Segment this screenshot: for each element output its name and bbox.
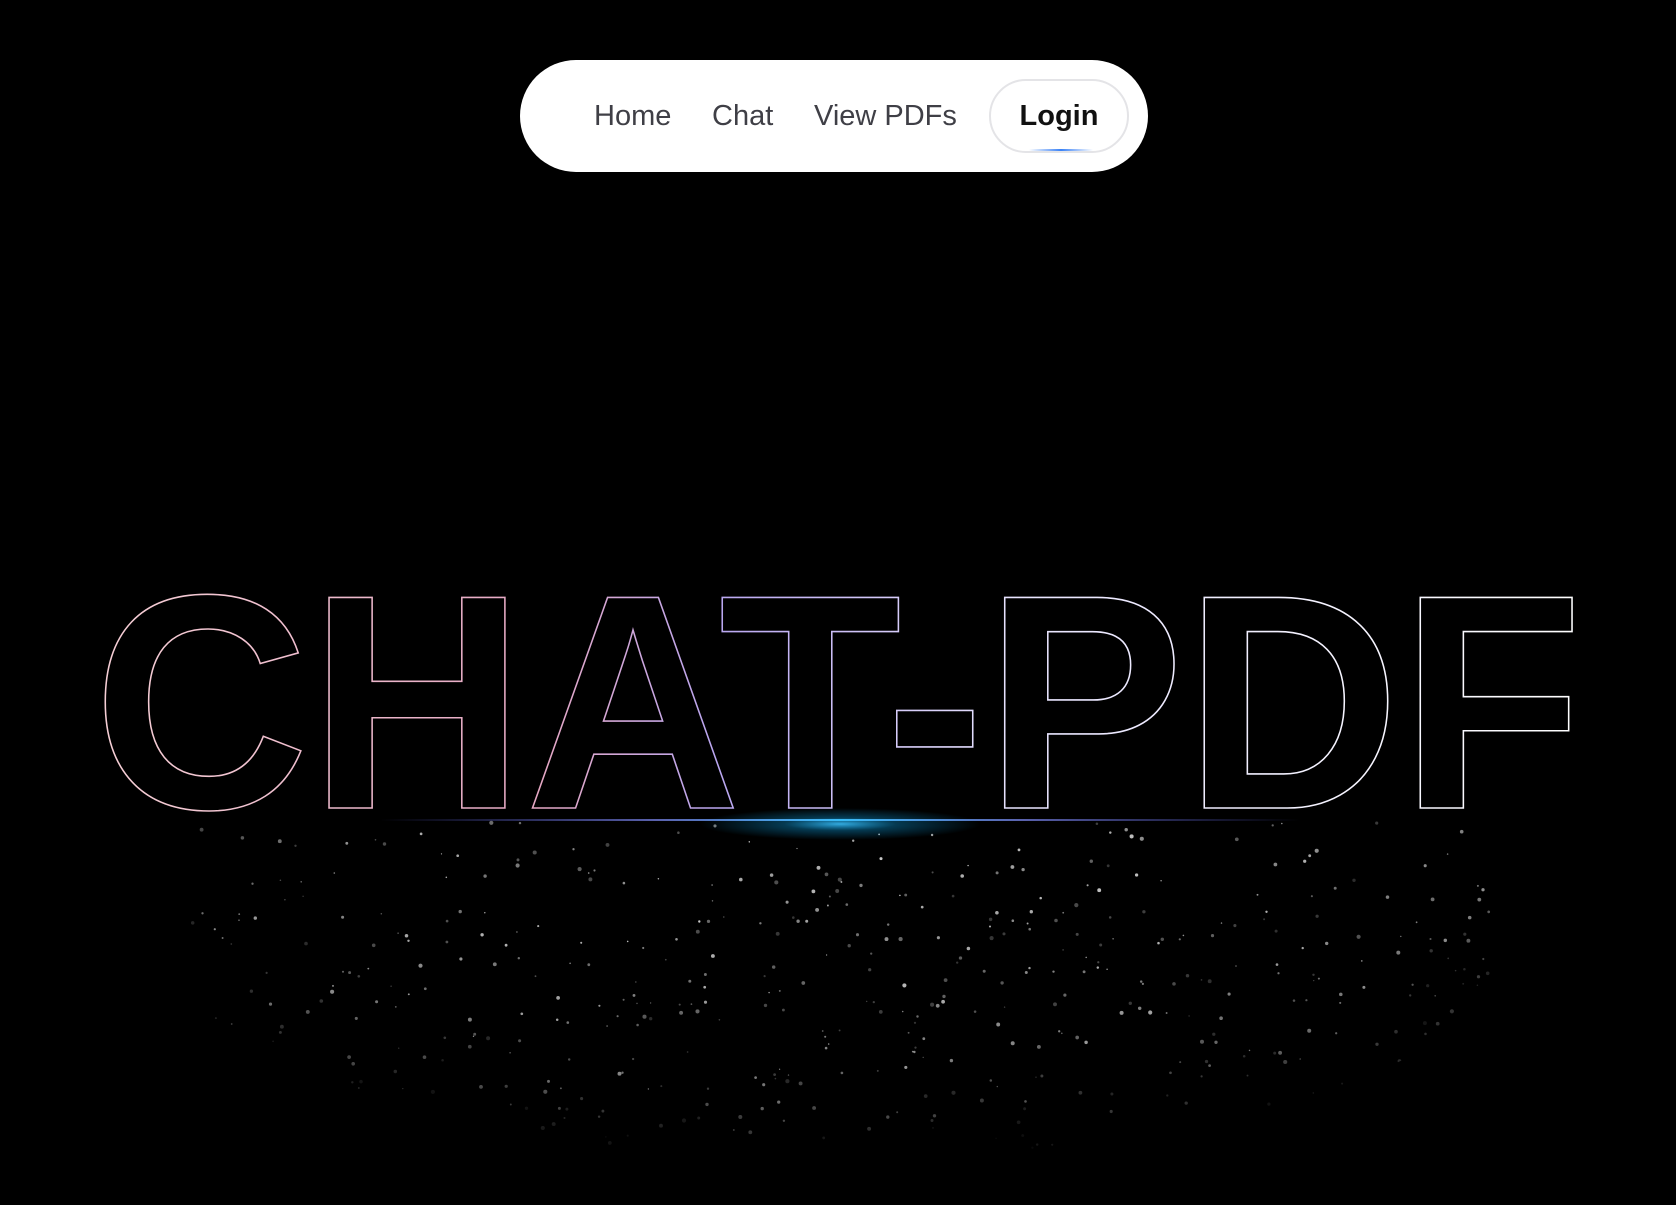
login-button-label: Login xyxy=(1019,100,1099,132)
hero-canvas: CHAT-PDF xyxy=(92,530,1584,1149)
landing-page: CHAT-PDF Home Chat View PDFs Login xyxy=(0,0,1676,1205)
top-nav: Home Chat View PDFs Login xyxy=(520,60,1148,172)
nav-chat-link[interactable]: Chat xyxy=(712,60,773,172)
login-button[interactable]: Login xyxy=(989,79,1129,153)
hero-title: CHAT-PDF xyxy=(93,531,1583,873)
nav-view-pdfs-link[interactable]: View PDFs xyxy=(814,60,957,172)
login-accent-underline xyxy=(1029,149,1093,151)
nav-home-link[interactable]: Home xyxy=(594,60,671,172)
